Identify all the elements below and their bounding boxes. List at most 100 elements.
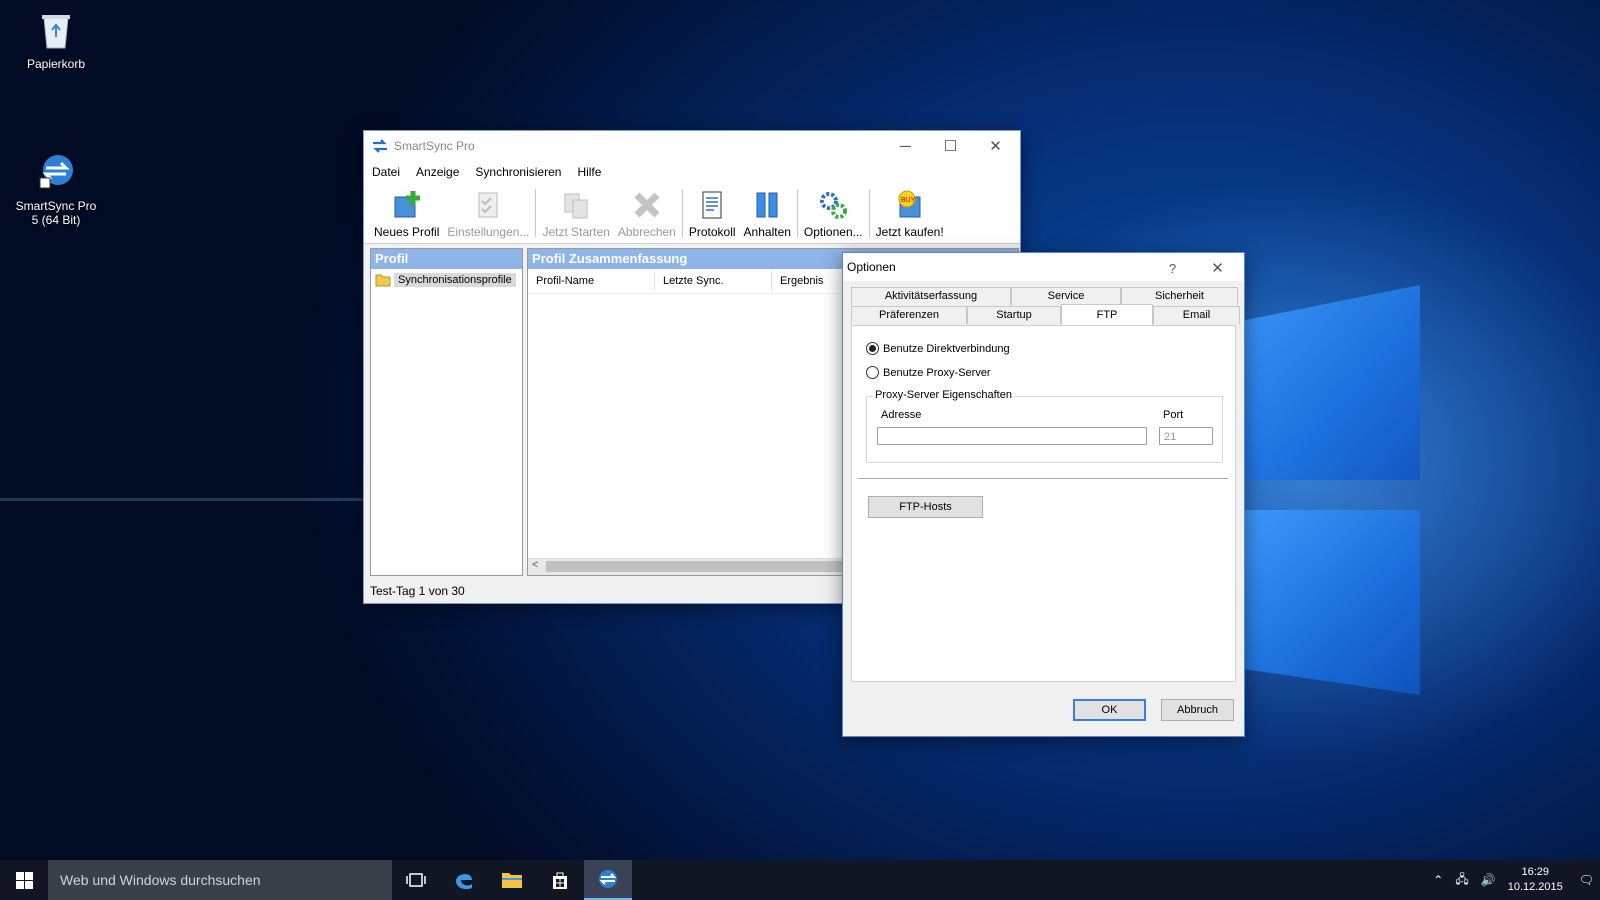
- tab-activity-capture[interactable]: Aktivitätserfassung: [851, 287, 1011, 305]
- windows-logo-icon: [15, 871, 33, 889]
- taskbar-smartsync[interactable]: [584, 860, 632, 900]
- help-button[interactable]: ?: [1150, 253, 1195, 283]
- volume-icon[interactable]: 🔊: [1481, 873, 1496, 887]
- app-titlebar: SmartSync Pro ─ ☐ ✕: [364, 131, 1020, 161]
- proxy-properties-group: Proxy-Server Eigenschaften Adresse Port …: [866, 389, 1223, 463]
- tree-item-label: Synchronisationsprofile: [394, 273, 516, 287]
- cancel-button[interactable]: Abbruch: [1161, 699, 1234, 721]
- menu-anzeige[interactable]: Anzeige: [416, 165, 459, 179]
- options-button[interactable]: Optionen...: [800, 189, 867, 243]
- smartsync-icon: [599, 870, 617, 888]
- system-tray: ⌃ 🖧 🔊 16:29 10.12.2015 🗨: [1427, 860, 1600, 900]
- toolbar-separator: [796, 189, 798, 237]
- tool-label: Optionen...: [803, 225, 863, 239]
- toolbar-separator: [535, 189, 537, 237]
- radio-unchecked-icon: [866, 366, 879, 379]
- close-button[interactable]: ✕: [973, 131, 1018, 161]
- start-button[interactable]: [0, 860, 48, 900]
- gear-icon: [820, 192, 848, 219]
- taskbar-search-box[interactable]: Web und Windows durchsuchen: [48, 860, 392, 900]
- scroll-left-arrow-icon[interactable]: <: [532, 559, 538, 571]
- action-center-icon[interactable]: 🗨: [1579, 873, 1594, 887]
- tray-chevron-up-icon[interactable]: ⌃: [1433, 873, 1443, 887]
- maximize-button[interactable]: ☐: [928, 131, 973, 161]
- menu-datei[interactable]: Datei: [372, 165, 400, 179]
- clock-date: 10.12.2015: [1507, 881, 1563, 893]
- pause-icon: [756, 192, 778, 218]
- tool-label: Anhalten: [743, 225, 791, 239]
- tool-label: Jetzt Starten: [542, 225, 610, 239]
- menu-hilfe[interactable]: Hilfe: [577, 165, 601, 179]
- tool-label: Abbrechen: [617, 225, 676, 239]
- pause-button[interactable]: Anhalten: [740, 189, 795, 243]
- taskbar: Web und Windows durchsuchen ⌃ 🖧 🔊 16:29 …: [0, 860, 1600, 900]
- task-view-icon: [406, 873, 426, 887]
- edge-browser-icon: [456, 874, 472, 890]
- tab-preferences[interactable]: Präferenzen: [851, 306, 967, 324]
- store-icon: [553, 872, 567, 889]
- ftp-tab-panel: Benutze Direktverbindung Benutze Proxy-S…: [851, 325, 1236, 682]
- tab-row-2: Präferenzen Startup FTP Email: [851, 304, 1240, 325]
- new-profile-button[interactable]: Neues Profil: [370, 189, 443, 243]
- radio-checked-icon: [866, 342, 879, 355]
- buy-now-button[interactable]: BUY Jetzt kaufen!: [872, 189, 948, 243]
- ftp-hosts-button[interactable]: FTP-Hosts: [868, 496, 983, 518]
- clock[interactable]: 16:29 10.12.2015: [1508, 865, 1563, 895]
- radio-direct-label: Benutze Direktverbindung: [883, 342, 1010, 355]
- radio-direct-connection[interactable]: Benutze Direktverbindung: [866, 342, 1010, 355]
- menu-synchronisieren[interactable]: Synchronisieren: [475, 165, 561, 179]
- options-dialog: Optionen ? ✕ Aktivitätserfassung Service…: [842, 252, 1245, 737]
- tab-row-1: Aktivitätserfassung Service Sicherheit: [851, 287, 1238, 305]
- address-field[interactable]: [877, 427, 1147, 445]
- ok-button[interactable]: OK: [1073, 699, 1146, 721]
- tab-startup[interactable]: Startup: [967, 306, 1061, 324]
- profile-panel: Profil Synchronisationsprofile: [370, 248, 523, 576]
- folder-icon: [375, 274, 391, 287]
- radio-proxy-server[interactable]: Benutze Proxy-Server: [866, 366, 991, 379]
- taskbar-edge[interactable]: [440, 860, 488, 900]
- toolbar-separator: [681, 189, 683, 237]
- tab-service[interactable]: Service: [1011, 287, 1121, 305]
- desktop-icon-label: SmartSync Pro 5 (64 Bit): [15, 199, 97, 227]
- new-profile-icon: [394, 191, 420, 218]
- address-label: Adresse: [881, 409, 922, 421]
- column-profile-name[interactable]: Profil-Name: [528, 271, 655, 291]
- network-icon[interactable]: 🖧: [1455, 870, 1468, 891]
- port-field[interactable]: 21: [1159, 427, 1213, 445]
- clock-time: 16:29: [1521, 866, 1549, 878]
- dialog-close-button[interactable]: ✕: [1195, 253, 1240, 283]
- start-now-button[interactable]: Jetzt Starten: [538, 189, 613, 243]
- scrollbar-thumb[interactable]: [546, 561, 846, 572]
- options-titlebar: Optionen ? ✕: [843, 253, 1244, 281]
- tab-security[interactable]: Sicherheit: [1121, 287, 1238, 305]
- toolbar-separator: [868, 189, 870, 237]
- column-last-sync[interactable]: Letzte Sync.: [655, 271, 772, 291]
- desktop-icon-smartsync[interactable]: SmartSync Pro 5 (64 Bit): [11, 152, 101, 227]
- tab-email[interactable]: Email: [1153, 306, 1240, 324]
- minimize-button[interactable]: ─: [883, 131, 928, 161]
- taskbar-explorer[interactable]: [488, 860, 536, 900]
- wallpaper-logo-pane: [1245, 285, 1420, 480]
- divider: [858, 478, 1228, 479]
- settings-button[interactable]: Einstellungen...: [443, 189, 533, 243]
- task-view-button[interactable]: [392, 860, 440, 900]
- start-icon: [564, 193, 588, 219]
- taskbar-store[interactable]: [536, 860, 584, 900]
- tab-ftp[interactable]: FTP: [1061, 304, 1153, 325]
- buy-icon: BUY: [898, 190, 921, 218]
- svg-text:BUY: BUY: [901, 197, 916, 204]
- tree-item-sync-profiles[interactable]: Synchronisationsprofile: [375, 273, 518, 287]
- tool-label: Protokoll: [688, 225, 736, 239]
- group-legend: Proxy-Server Eigenschaften: [873, 389, 1014, 401]
- log-button[interactable]: Protokoll: [685, 189, 740, 243]
- tool-label: Neues Profil: [374, 225, 440, 239]
- radio-proxy-label: Benutze Proxy-Server: [883, 366, 991, 379]
- app-title: SmartSync Pro: [394, 139, 475, 153]
- cancel-x-icon: [634, 192, 660, 218]
- recycle-bin-icon: [42, 15, 70, 49]
- settings-icon: [478, 192, 498, 218]
- cancel-tool-button[interactable]: Abbrechen: [614, 189, 680, 243]
- port-label: Port: [1163, 409, 1184, 421]
- menubar: Datei Anzeige Synchronisieren Hilfe: [364, 161, 1020, 183]
- desktop-icon-recycle-bin[interactable]: Papierkorb: [11, 10, 101, 71]
